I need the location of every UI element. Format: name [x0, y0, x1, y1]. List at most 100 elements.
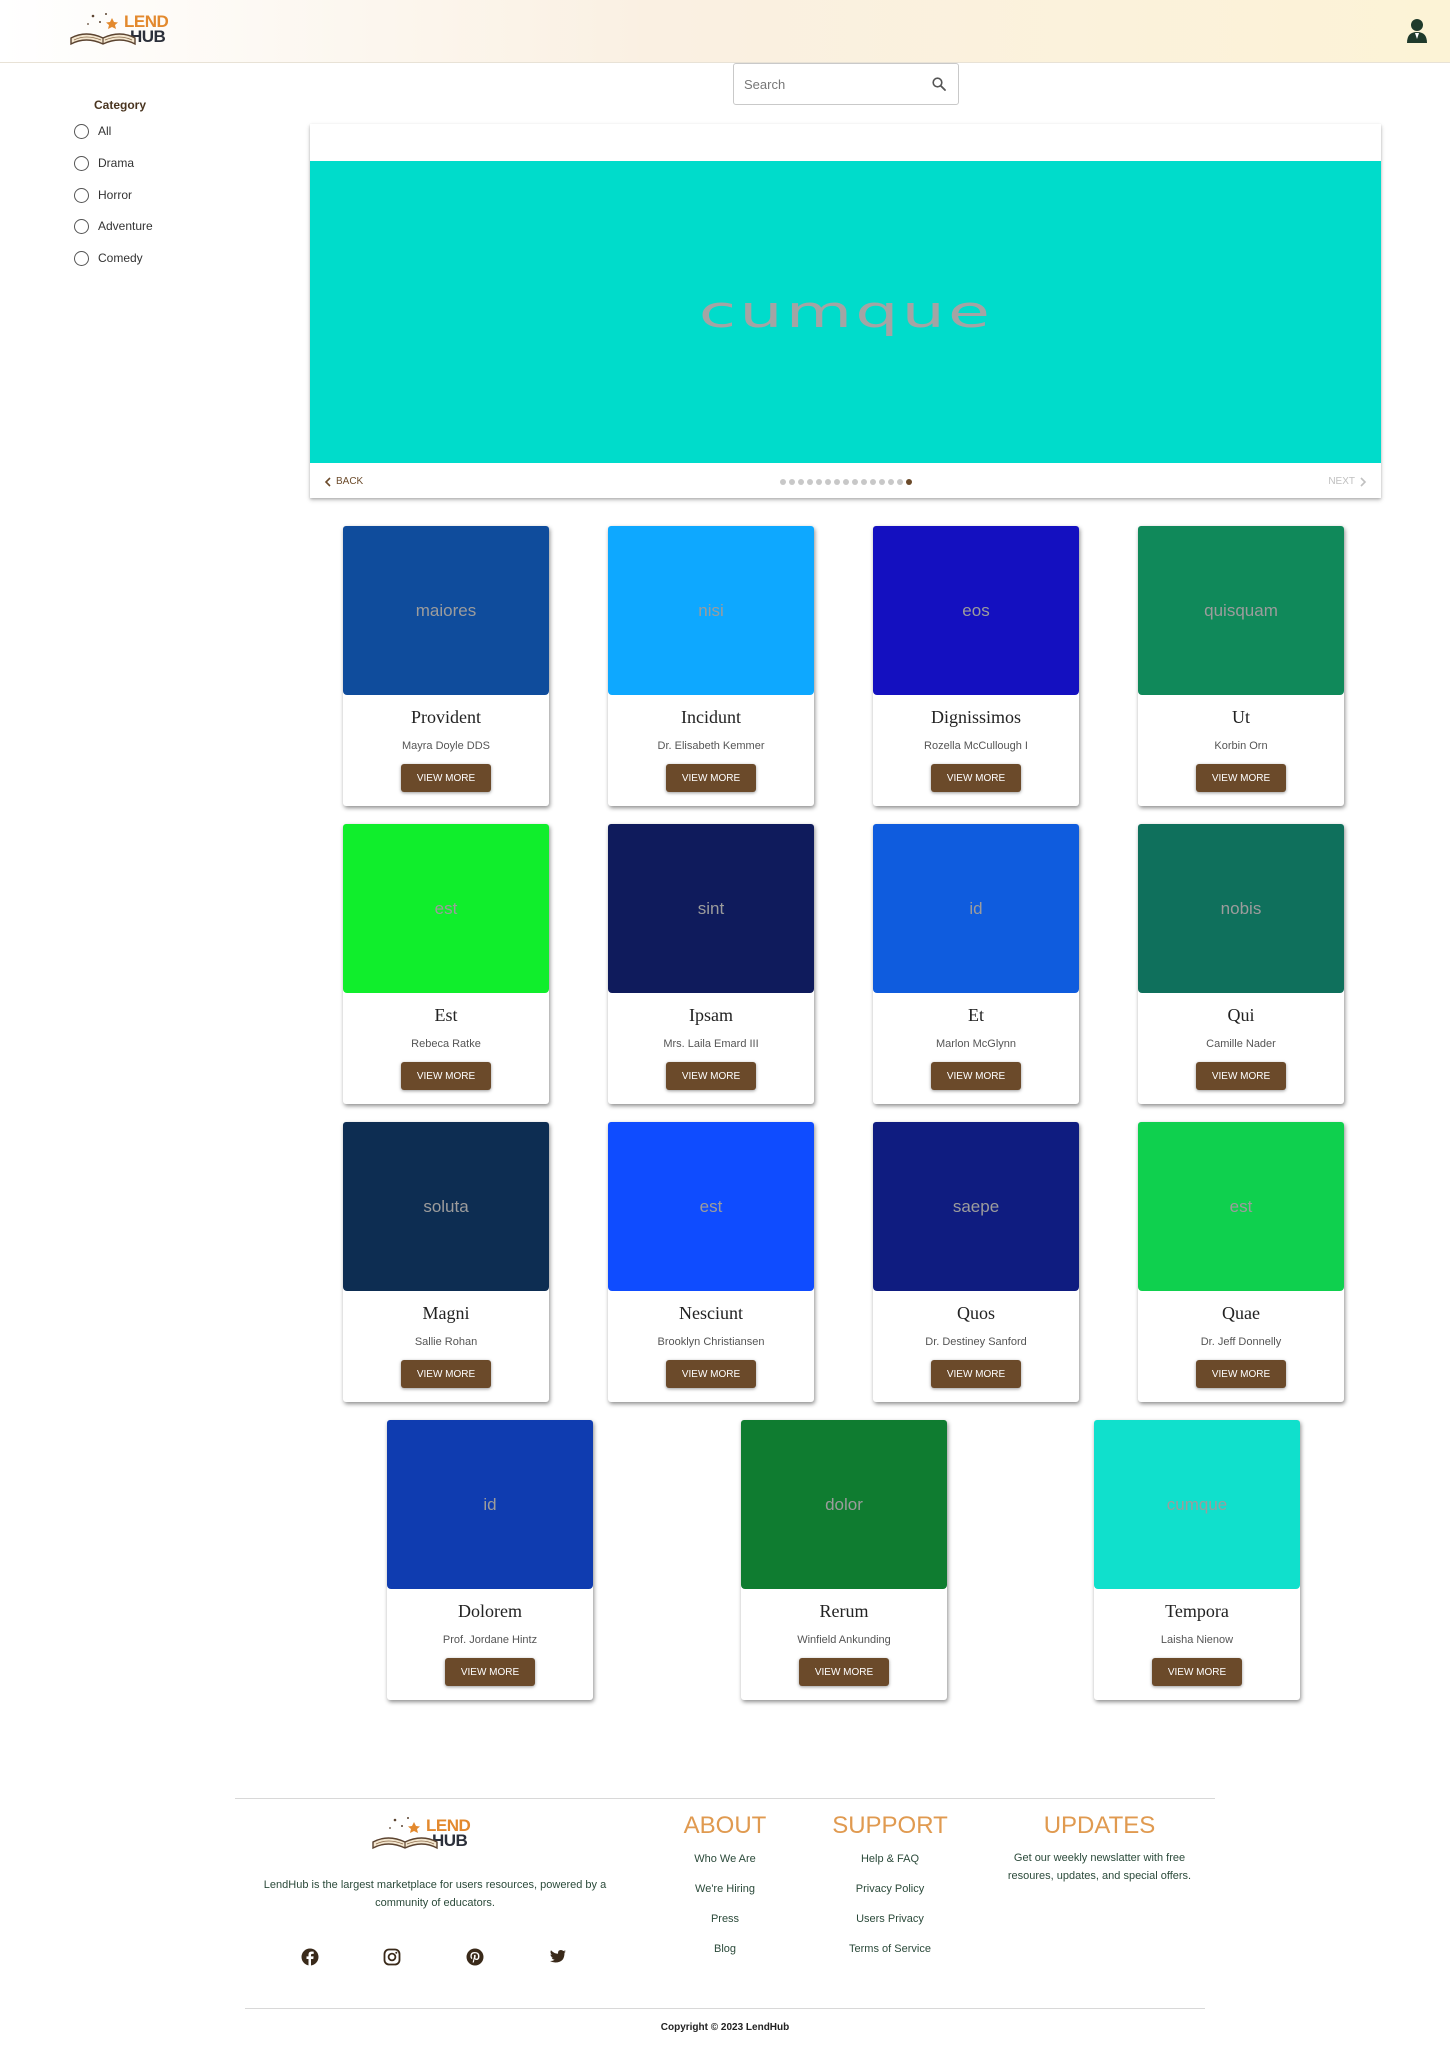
book-card: id Dolorem Prof. Jordane Hintz VIEW MORE: [387, 1420, 593, 1700]
carousel-next-button[interactable]: NEXT: [1328, 476, 1367, 487]
view-more-button[interactable]: VIEW MORE: [666, 764, 756, 792]
footer-link-press[interactable]: Press: [665, 1909, 785, 1939]
book-cover[interactable]: nisi: [608, 526, 814, 695]
view-more-button[interactable]: VIEW MORE: [931, 1062, 1021, 1090]
book-title: Qui: [1227, 1005, 1255, 1025]
footer-link-terms[interactable]: Terms of Service: [820, 1939, 960, 1969]
footer-updates: UPDATES Get our weekly newslatter with f…: [992, 1812, 1207, 1885]
carousel-dot[interactable]: [788, 479, 795, 485]
carousel-dot[interactable]: [869, 479, 876, 485]
facebook-icon[interactable]: [301, 1948, 319, 1966]
view-more-button[interactable]: VIEW MORE: [1152, 1658, 1242, 1686]
footer-divider-bottom: [245, 2008, 1205, 2009]
book-cover-text: quisquam: [1204, 600, 1278, 620]
category-option-adventure[interactable]: Adventure: [74, 216, 153, 236]
footer-updates-heading: UPDATES: [1043, 1812, 1156, 1839]
footer-link-hiring[interactable]: We're Hiring: [665, 1879, 785, 1909]
book-cover[interactable]: id: [387, 1420, 593, 1589]
footer-link-users-privacy[interactable]: Users Privacy: [820, 1909, 960, 1939]
book-title: Dignissimos: [930, 707, 1022, 727]
book-cover-text: eos: [962, 600, 990, 620]
radio-label: Drama: [98, 156, 135, 170]
search-icon[interactable]: [932, 77, 946, 91]
book-card: dolor Rerum Winfield Ankunding VIEW MORE: [741, 1420, 947, 1700]
footer-support: SUPPORT Help & FAQ Privacy Policy Users …: [820, 1812, 960, 1969]
chevron-right-icon: [1360, 476, 1367, 487]
carousel-dot[interactable]: [824, 479, 831, 485]
footer-link-who-we-are[interactable]: Who We Are: [665, 1849, 785, 1879]
book-cover[interactable]: soluta: [343, 1122, 549, 1291]
carousel-dot[interactable]: [905, 479, 912, 485]
book-title: Rerum: [819, 1601, 869, 1621]
book-cover[interactable]: sint: [608, 824, 814, 993]
book-cover[interactable]: saepe: [873, 1122, 1079, 1291]
view-more-button[interactable]: VIEW MORE: [1196, 764, 1286, 792]
category-option-all[interactable]: All: [74, 121, 111, 141]
radio-label: Comedy: [98, 251, 143, 265]
footer-support-heading: SUPPORT: [832, 1812, 948, 1839]
carousel-dot[interactable]: [860, 479, 867, 485]
book-cover-text: nobis: [1220, 898, 1262, 918]
logo[interactable]: LEND HUB: [68, 8, 169, 48]
view-more-button[interactable]: VIEW MORE: [666, 1062, 756, 1090]
view-more-button[interactable]: VIEW MORE: [931, 1360, 1021, 1388]
view-more-button[interactable]: VIEW MORE: [401, 1360, 491, 1388]
footer-link-privacy-policy[interactable]: Privacy Policy: [820, 1879, 960, 1909]
view-more-button[interactable]: VIEW MORE: [666, 1360, 756, 1388]
book-cover[interactable]: est: [343, 824, 549, 993]
instagram-icon[interactable]: [383, 1948, 401, 1966]
radio-button[interactable]: [74, 250, 89, 266]
carousel-dot[interactable]: [851, 479, 858, 485]
book-card: nisi Incidunt Dr. Elisabeth Kemmer VIEW …: [608, 526, 814, 806]
view-more-button[interactable]: VIEW MORE: [1196, 1360, 1286, 1388]
view-more-button[interactable]: VIEW MORE: [931, 764, 1021, 792]
carousel-dot[interactable]: [842, 479, 849, 485]
book-author: Mayra Doyle DDS: [401, 740, 491, 752]
book-cover[interactable]: dolor: [741, 1420, 947, 1589]
search-input[interactable]: [744, 64, 924, 104]
view-more-button[interactable]: VIEW MORE: [401, 1062, 491, 1090]
footer-logo[interactable]: LEND HUB: [370, 1812, 471, 1852]
book-cover[interactable]: nobis: [1138, 824, 1344, 993]
book-cover[interactable]: est: [608, 1122, 814, 1291]
book-cover[interactable]: cumque: [1094, 1420, 1300, 1589]
carousel-dot[interactable]: [797, 479, 804, 485]
carousel-next-label: NEXT: [1328, 476, 1355, 487]
category-option-horror[interactable]: Horror: [74, 185, 132, 205]
view-more-button[interactable]: VIEW MORE: [401, 764, 491, 792]
book-title: Est: [434, 1005, 458, 1025]
category-option-comedy[interactable]: Comedy: [74, 248, 143, 268]
user-account-icon[interactable]: [1406, 18, 1428, 44]
radio-button[interactable]: [74, 187, 89, 203]
category-option-drama[interactable]: Drama: [74, 153, 134, 173]
radio-button[interactable]: [74, 218, 89, 234]
view-more-button[interactable]: VIEW MORE: [799, 1658, 889, 1686]
book-cover[interactable]: maiores: [343, 526, 549, 695]
book-card: maiores Provident Mayra Doyle DDS VIEW M…: [343, 526, 549, 806]
footer-divider: [235, 1798, 1215, 1799]
book-card: est Quae Dr. Jeff Donnelly VIEW MORE: [1138, 1122, 1344, 1402]
book-cover[interactable]: id: [873, 824, 1079, 993]
carousel-dot[interactable]: [878, 479, 885, 485]
view-more-button[interactable]: VIEW MORE: [445, 1658, 535, 1686]
book-cover-text: saepe: [952, 1196, 1000, 1216]
pinterest-icon[interactable]: [466, 1948, 484, 1966]
twitter-icon[interactable]: [549, 1948, 567, 1966]
carousel-dot[interactable]: [833, 479, 840, 485]
book-cover[interactable]: eos: [873, 526, 1079, 695]
carousel-dot[interactable]: [815, 479, 822, 485]
carousel-dot[interactable]: [779, 479, 786, 485]
radio-button[interactable]: [74, 155, 89, 171]
footer-link-blog[interactable]: Blog: [665, 1939, 785, 1969]
carousel-dot[interactable]: [806, 479, 813, 485]
carousel-dot[interactable]: [887, 479, 894, 485]
carousel-slide[interactable]: cumque: [310, 161, 1381, 463]
book-title: Incidunt: [681, 707, 741, 727]
carousel-dot[interactable]: [896, 479, 903, 485]
book-card: nobis Qui Camille Nader VIEW MORE: [1138, 824, 1344, 1104]
book-cover[interactable]: quisquam: [1138, 526, 1344, 695]
footer-link-help-faq[interactable]: Help & FAQ: [820, 1849, 960, 1879]
book-cover[interactable]: est: [1138, 1122, 1344, 1291]
view-more-button[interactable]: VIEW MORE: [1196, 1062, 1286, 1090]
radio-button[interactable]: [74, 123, 89, 139]
